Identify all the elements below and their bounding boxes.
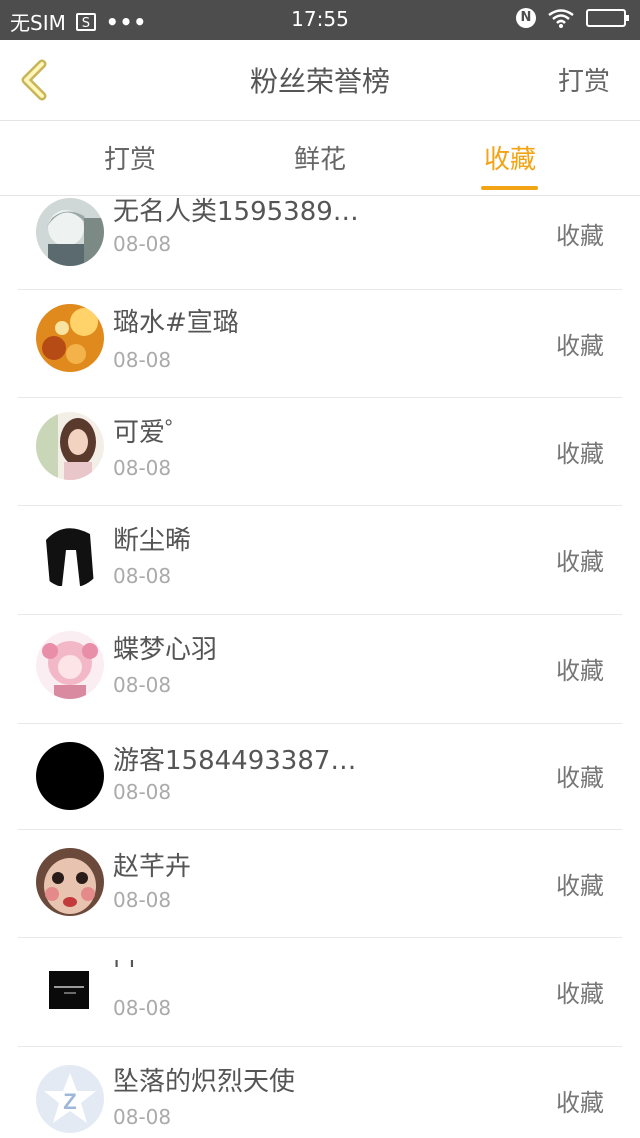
fan-action-type: 收藏 [556, 657, 604, 685]
fan-action-type: 收藏 [556, 332, 604, 360]
blue-star-default-avatar: Z [36, 1065, 104, 1133]
avatar [36, 956, 104, 1024]
fan-date: 08-08 [113, 888, 172, 912]
top-nav-bar: 粉丝荣誉榜 打赏 [0, 40, 640, 121]
fan-name: ' ' [113, 956, 136, 986]
avatar [36, 304, 104, 372]
list-item[interactable]: Z 坠落的炽烈天使 08-08 收藏 [0, 1047, 640, 1138]
fan-name: 赵芊卉 [113, 852, 192, 882]
page-title: 粉丝荣誉榜 [249, 65, 390, 98]
fan-name: 无名人类1595389… [113, 197, 359, 227]
fan-name: 游客1584493387… [113, 746, 357, 776]
list-item[interactable]: 蝶梦心羽 08-08 收藏 [0, 615, 640, 724]
fan-action-type: 收藏 [556, 764, 604, 792]
list-item[interactable]: ' ' 08-08 收藏 [0, 938, 640, 1047]
fan-date: 08-08 [113, 456, 172, 480]
fan-name: 璐水#宣璐 [113, 308, 239, 338]
fan-action-type: 收藏 [556, 548, 604, 576]
avatar [36, 520, 104, 588]
fan-date: 08-08 [113, 348, 172, 372]
battery-icon [586, 9, 629, 27]
black-circle-avatar [36, 742, 104, 810]
svg-text:Z: Z [63, 1089, 76, 1114]
fan-action-type: 收藏 [556, 980, 604, 1008]
reward-button[interactable]: 打赏 [558, 61, 610, 98]
sunset-flowers-avatar [36, 304, 104, 372]
list-item[interactable]: 璐水#宣璐 08-08 收藏 [0, 290, 640, 398]
avatar [36, 198, 104, 266]
fan-name: 断尘晞 [113, 526, 192, 556]
list-item[interactable]: 可爱゜ 08-08 收藏 [0, 398, 640, 506]
black-hair-silhouette-avatar [36, 520, 104, 588]
fan-action-type: 收藏 [556, 1089, 604, 1117]
fan-date: 08-08 [113, 232, 172, 256]
chevron-left-icon[interactable] [14, 58, 54, 102]
fan-action-type: 收藏 [556, 872, 604, 900]
status-bar: 无SIM S ••• 17:55 N [0, 0, 640, 40]
nfc-icon: N [516, 8, 536, 28]
fan-date: 08-08 [113, 996, 172, 1020]
list-item[interactable]: 断尘晞 08-08 收藏 [0, 506, 640, 615]
tab-bar: 打赏 鲜花 收藏 [0, 121, 640, 196]
face-photo-avatar [36, 848, 104, 916]
fan-date: 08-08 [113, 673, 172, 697]
fan-date: 08-08 [113, 564, 172, 588]
list-item[interactable]: 游客1584493387… 08-08 收藏 [0, 724, 640, 830]
fan-name: 蝶梦心羽 [113, 635, 218, 665]
avatar [36, 848, 104, 916]
list-item[interactable]: 赵芊卉 08-08 收藏 [0, 830, 640, 938]
tab-favorites[interactable]: 收藏 [450, 139, 570, 176]
tab-reward[interactable]: 打赏 [70, 139, 190, 176]
fan-action-type: 收藏 [556, 222, 604, 250]
fan-name: 坠落的炽烈天使 [113, 1067, 296, 1097]
active-tab-indicator [481, 186, 538, 190]
avatar: Z [36, 1065, 104, 1133]
wifi-icon [548, 9, 574, 28]
fan-action-type: 收藏 [556, 440, 604, 468]
black-square-logo-avatar [36, 956, 104, 1024]
tab-flowers[interactable]: 鲜花 [260, 139, 380, 176]
fan-date: 08-08 [113, 1105, 172, 1129]
fan-name: 可爱゜ [113, 418, 192, 448]
list-item[interactable]: 无名人类1595389… 08-08 收藏 [0, 196, 640, 290]
pink-anime-girl-avatar [36, 631, 104, 699]
avatar [36, 631, 104, 699]
fan-date: 08-08 [113, 780, 172, 804]
girl-photo-avatar [36, 412, 104, 480]
fan-list[interactable]: 无名人类1595389… 08-08 收藏 璐水#宣璐 08-08 收藏 可爱゜… [0, 196, 640, 1138]
avatar [36, 412, 104, 480]
anime-boy-avatar [36, 198, 104, 266]
